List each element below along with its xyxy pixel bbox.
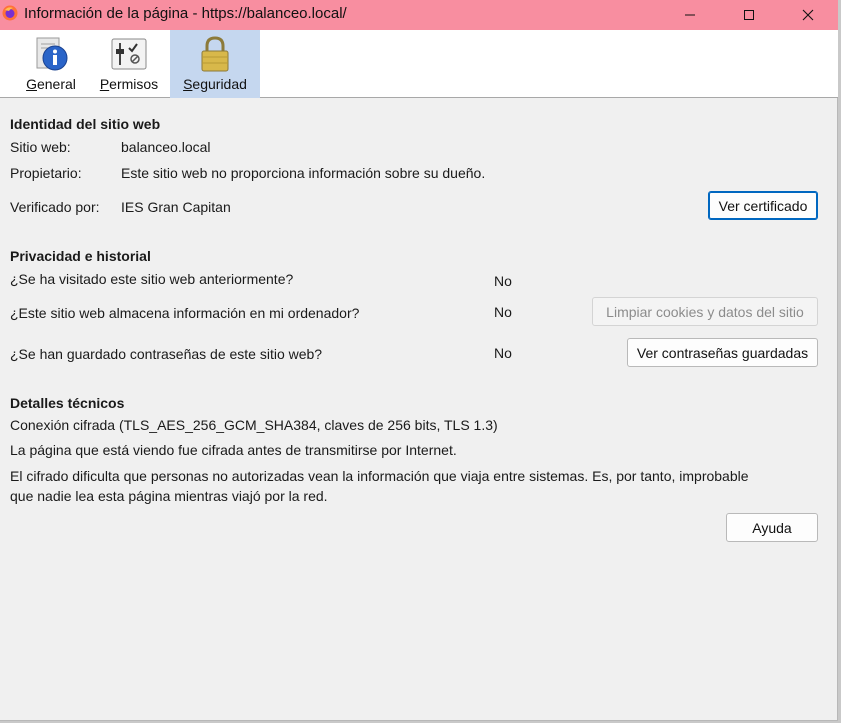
- minimize-button[interactable]: [660, 0, 720, 30]
- security-panel: Identidad del sitio web Sitio web: balan…: [0, 99, 838, 721]
- minimize-icon: [685, 14, 695, 16]
- verified-label: Verificado por:: [10, 199, 100, 215]
- firefox-icon: [2, 5, 18, 21]
- owner-label: Propietario:: [10, 165, 82, 181]
- storage-question: ¿Este sitio web almacena información en …: [10, 305, 360, 321]
- technical-heading: Detalles técnicos: [10, 395, 125, 411]
- help-button[interactable]: Ayuda: [726, 513, 818, 542]
- maximize-icon: [744, 10, 754, 20]
- passwords-question: ¿Se han guardado contraseñas de este sit…: [10, 346, 323, 362]
- owner-value: Este sitio web no proporciona informació…: [121, 165, 486, 181]
- site-value: balanceo.local: [121, 139, 211, 155]
- close-button[interactable]: [778, 0, 838, 30]
- connection-info: Conexión cifrada (TLS_AES_256_GCM_SHA384…: [10, 417, 498, 433]
- padlock-icon: [201, 36, 229, 72]
- tab-toolbar: General Permisos Seguridad: [0, 30, 838, 98]
- visited-question: ¿Se ha visitado este sitio web anteriorm…: [10, 271, 294, 287]
- visited-answer: No: [494, 273, 512, 289]
- encryption-info: La página que está viendo fue cifrada an…: [10, 442, 457, 458]
- view-passwords-button[interactable]: Ver contraseñas guardadas: [627, 338, 818, 367]
- passwords-answer: No: [494, 345, 512, 361]
- info-icon: [36, 37, 68, 71]
- verified-value: IES Gran Capitan: [121, 199, 231, 215]
- clear-cookies-button[interactable]: Limpiar cookies y datos del sitio: [592, 297, 818, 326]
- help-label: Ayuda: [752, 519, 792, 536]
- tab-permisos[interactable]: Permisos: [96, 30, 162, 98]
- storage-answer: No: [494, 304, 512, 320]
- encryption-explanation-1: El cifrado dificulta que personas no aut…: [10, 468, 749, 484]
- tab-seguridad-label: Seguridad: [183, 76, 247, 92]
- privacy-heading: Privacidad e historial: [10, 248, 151, 264]
- view-passwords-label: Ver contraseñas guardadas: [636, 344, 809, 361]
- clear-cookies-label: Limpiar cookies y datos del sitio: [606, 303, 804, 320]
- title-bar[interactable]: Información de la página - https://balan…: [0, 0, 838, 30]
- tab-general[interactable]: General: [22, 30, 80, 98]
- view-certificate-label: Ver certificado: [718, 197, 808, 214]
- encryption-explanation-2: que nadie lea esta página mientras viajó…: [10, 488, 328, 504]
- site-label: Sitio web:: [10, 139, 71, 155]
- tab-seguridad[interactable]: Seguridad: [170, 30, 260, 98]
- maximize-button[interactable]: [719, 0, 779, 30]
- view-certificate-button[interactable]: Ver certificado: [708, 191, 818, 220]
- identity-heading: Identidad del sitio web: [10, 116, 161, 132]
- window-title: Información de la página - https://balan…: [24, 5, 347, 22]
- page-info-window: Información de la página - https://balan…: [0, 0, 838, 721]
- tab-permisos-label: Permisos: [99, 76, 159, 92]
- tab-general-label: General: [26, 76, 76, 92]
- close-icon: [802, 9, 814, 21]
- permissions-icon: [111, 38, 147, 70]
